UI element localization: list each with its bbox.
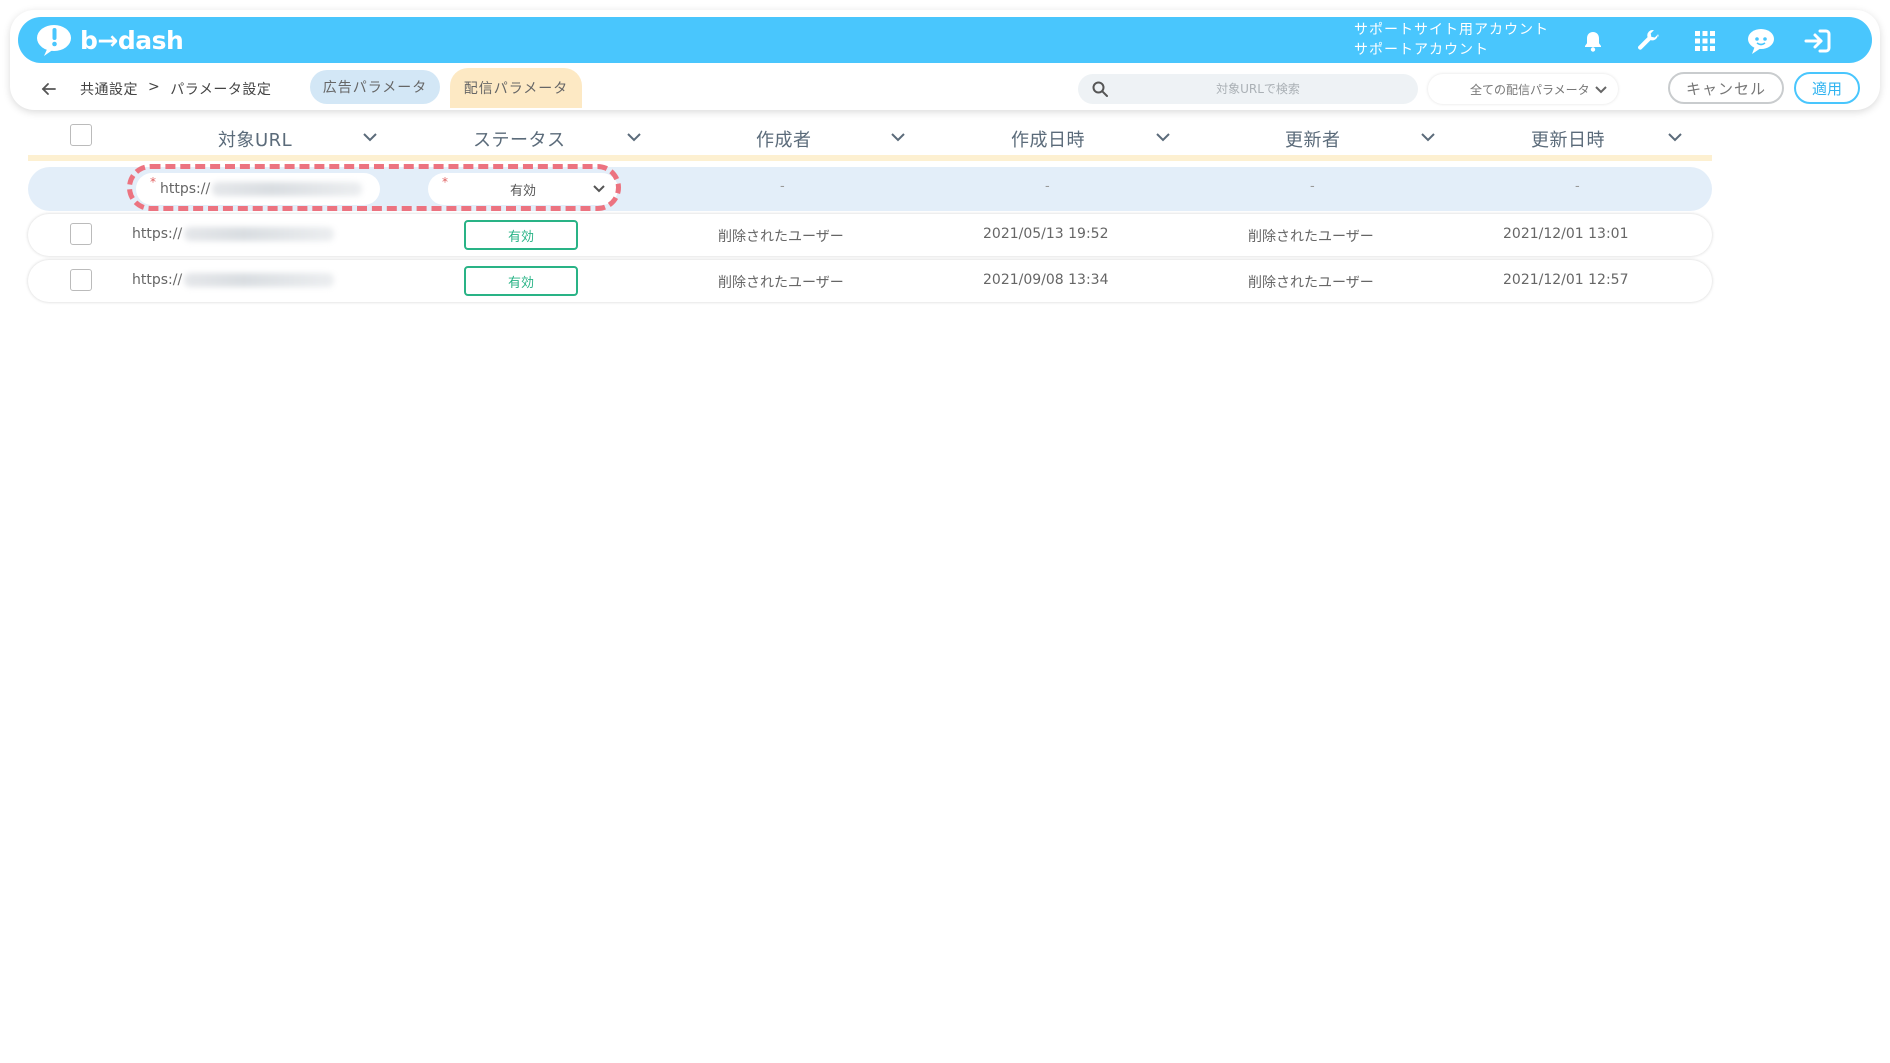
row-url-text: https:// [132,272,183,288]
logo[interactable]: b→dash [34,23,184,57]
column-header-status[interactable]: ステータス [473,126,566,152]
tab-delivery-parameters[interactable]: 配信パラメータ [450,68,582,108]
table-row[interactable]: https:// 有効 削除されたユーザー 2021/09/08 13:34 削… [28,260,1712,302]
breadcrumb: 共通設定 > パラメータ設定 [80,79,271,99]
column-header-creator[interactable]: 作成者 [756,126,812,152]
chevron-down-icon[interactable] [626,130,642,144]
row-updated-at: 2021/12/01 13:01 [1503,226,1629,242]
column-header-url[interactable]: 対象URL [218,126,292,152]
highlight-annotation [127,164,621,211]
select-all-checkbox[interactable] [70,124,92,146]
row-url[interactable]: https:// [132,226,335,242]
apps-grid-icon[interactable] [1690,26,1720,56]
chevron-down-icon[interactable] [362,130,378,144]
chevron-down-icon[interactable] [1155,130,1171,144]
status-badge: 有効 [464,266,578,296]
row-checkbox[interactable] [70,223,92,245]
row-url[interactable]: https:// [132,272,335,288]
status-badge: 有効 [464,220,578,250]
row-updated-at: 2021/12/01 12:57 [1503,272,1629,288]
search-input[interactable] [1118,78,1398,100]
row-updater: 削除されたユーザー [1248,229,1374,245]
back-arrow-icon[interactable] [38,78,60,100]
new-row-creator: - [780,179,785,194]
column-header-label: 対象URL [218,130,293,151]
column-header-label: 更新者 [1285,130,1341,151]
column-header-updater[interactable]: 更新者 [1285,126,1341,152]
table-row[interactable]: https:// 有効 削除されたユーザー 2021/05/13 19:52 削… [28,214,1712,256]
column-header-created-at[interactable]: 作成日時 [1011,126,1085,152]
account-info[interactable]: サポートサイト用アカウント サポートアカウント [1354,20,1549,60]
row-created-at: 2021/05/13 19:52 [983,226,1109,242]
new-row-created-at: - [1045,179,1050,194]
column-header-label: 作成者 [756,130,812,151]
chevron-down-icon[interactable] [890,130,906,144]
table-header-underline [28,155,1712,161]
breadcrumb-common-settings[interactable]: 共通設定 [80,79,138,99]
search-icon [1092,81,1108,97]
row-creator: 削除されたユーザー [718,229,844,245]
column-header-label: 更新日時 [1531,130,1605,151]
new-row-updater: - [1310,179,1315,194]
chevron-down-icon [1595,86,1607,94]
breadcrumb-separator: > [148,79,161,95]
row-checkbox[interactable] [70,269,92,291]
support-chat-icon[interactable] [1746,26,1776,56]
logo-text: b→dash [80,25,184,55]
blurred-url [184,227,335,241]
tab-ad-parameters[interactable]: 広告パラメータ [310,70,440,104]
logout-icon[interactable] [1803,26,1833,56]
blurred-url [184,273,335,287]
logo-icon [37,25,71,56]
search-box [1078,74,1418,104]
column-header-updated-at[interactable]: 更新日時 [1531,126,1605,152]
bell-icon[interactable] [1578,26,1608,56]
row-created-at: 2021/09/08 13:34 [983,272,1109,288]
filter-select-value: 全ての配信パラメータ [1470,82,1590,97]
column-header-label: 作成日時 [1011,130,1085,151]
chevron-down-icon[interactable] [1420,130,1436,144]
row-creator: 削除されたユーザー [718,275,844,291]
wrench-icon[interactable] [1633,26,1663,56]
apply-button[interactable]: 適用 [1794,72,1860,104]
account-role: サポートアカウント [1354,42,1489,58]
row-url-text: https:// [132,226,183,242]
parameter-filter-select[interactable]: 全ての配信パラメータ [1428,74,1618,104]
row-updater: 削除されたユーザー [1248,275,1374,291]
cancel-button[interactable]: キャンセル [1668,72,1784,104]
account-name: サポートサイト用アカウント [1354,22,1549,38]
chevron-down-icon[interactable] [1667,130,1683,144]
breadcrumb-parameter-settings: パラメータ設定 [170,82,272,98]
column-header-label: ステータス [473,130,566,151]
top-bar: b→dash サポートサイト用アカウント サポートアカウント [18,17,1872,63]
new-row-updated-at: - [1575,179,1580,194]
